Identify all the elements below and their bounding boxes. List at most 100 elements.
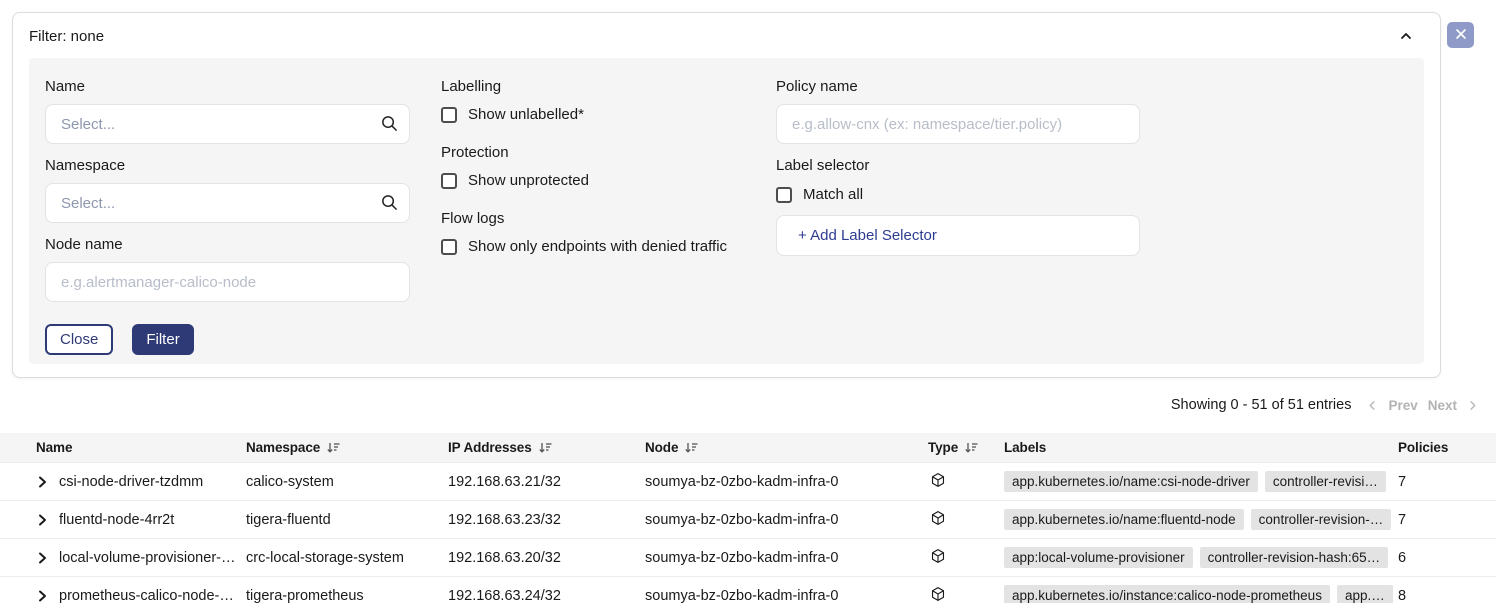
expand-row-chevron-icon[interactable] xyxy=(36,552,48,564)
name-field-label: Name xyxy=(45,78,410,95)
namespace-cell: crc-local-storage-system xyxy=(246,550,448,566)
checkbox-label: Show unprotected xyxy=(468,172,589,189)
column-header[interactable]: IP Addresses xyxy=(448,440,645,455)
pod-cube-icon xyxy=(930,514,946,530)
endpoint-name: prometheus-calico-node-… xyxy=(59,588,234,603)
chevron-right-icon[interactable] xyxy=(1467,400,1478,411)
checkbox-label: Show unlabelled* xyxy=(468,106,584,123)
table-row: fluentd-node-4rr2t tigera-fluentd 192.16… xyxy=(0,501,1496,539)
name-cell: csi-node-driver-tzdmm xyxy=(0,474,246,490)
endpoint-name: csi-node-driver-tzdmm xyxy=(59,474,203,490)
filter-column-right: Policy name Label selector Match all + A… xyxy=(776,78,1140,344)
ip-cell: 192.168.63.21/32 xyxy=(448,474,645,490)
ip-cell: 192.168.63.24/32 xyxy=(448,588,645,603)
namespace-select-input[interactable] xyxy=(45,183,410,223)
expand-row-chevron-icon[interactable] xyxy=(36,590,48,602)
pagination: Showing 0 - 51 of 51 entries Prev Next xyxy=(1171,397,1478,413)
policies-cell: 7 xyxy=(1398,474,1496,490)
labels-cell: app.kubernetes.io/name:csi-node-driver co… xyxy=(1004,471,1398,492)
label-tag: controller-revision-hash:65… xyxy=(1200,547,1389,568)
label-tag: controller-revisi… xyxy=(1265,471,1386,492)
expand-row-chevron-icon[interactable] xyxy=(36,514,48,526)
node-cell: soumya-bz-0zbo-kadm-infra-0 xyxy=(645,474,928,490)
checkbox-row: Show unprotected xyxy=(441,172,743,189)
policy-name-input[interactable] xyxy=(776,104,1140,144)
filter-title: Filter: none xyxy=(29,28,104,45)
column-header-label: Node xyxy=(645,440,678,455)
ip-cell: 192.168.63.23/32 xyxy=(448,512,645,528)
sort-icon[interactable] xyxy=(327,442,340,454)
name-cell: fluentd-node-4rr2t xyxy=(0,512,246,528)
policies-cell: 8 xyxy=(1398,588,1496,603)
filter-button[interactable]: Filter xyxy=(132,324,193,355)
checkbox-label: Show only endpoints with denied traffic xyxy=(468,238,727,255)
column-header-label: Type xyxy=(928,440,958,455)
endpoint-name: local-volume-provisioner-… xyxy=(59,550,235,566)
add-label-selector-button[interactable]: + Add Label Selector xyxy=(776,215,1140,256)
column-header: Name xyxy=(0,440,246,455)
table-row: csi-node-driver-tzdmm calico-system 192.… xyxy=(0,463,1496,501)
column-header-label: IP Addresses xyxy=(448,440,532,455)
name-cell: prometheus-calico-node-… xyxy=(0,588,246,603)
name-select-input[interactable] xyxy=(45,104,410,144)
pod-cube-icon xyxy=(930,476,946,492)
label-tag: app:local-volume-provisioner xyxy=(1004,547,1193,568)
labels-cell: app.kubernetes.io/name:fluentd-nodecontr… xyxy=(1004,509,1398,530)
column-header-label: Name xyxy=(36,440,72,455)
sort-icon[interactable] xyxy=(965,442,978,454)
filter-checkbox[interactable] xyxy=(441,173,457,189)
column-header-label: Policies xyxy=(1398,440,1448,455)
sort-icon[interactable] xyxy=(539,442,552,454)
column-header-label: Namespace xyxy=(246,440,320,455)
filter-form-panel: Name Namespace Node name Close Filt xyxy=(29,58,1424,364)
label-tag: app.… xyxy=(1337,585,1393,603)
label-selector-heading: Label selector xyxy=(776,157,1140,174)
table-row: local-volume-provisioner-… crc-local-sto… xyxy=(0,539,1496,577)
column-header[interactable]: Node xyxy=(645,440,928,455)
namespace-cell: calico-system xyxy=(246,474,448,490)
checkbox-group-heading: Flow logs xyxy=(441,210,743,227)
node-cell: soumya-bz-0zbo-kadm-infra-0 xyxy=(645,550,928,566)
pod-cube-icon xyxy=(930,552,946,568)
policy-name-field-label: Policy name xyxy=(776,78,1140,95)
match-all-label: Match all xyxy=(803,186,863,203)
labels-cell: app.kubernetes.io/instance:calico-node-p… xyxy=(1004,585,1398,603)
checkbox-group-heading: Labelling xyxy=(441,78,743,95)
checkbox-group: Protection Show unprotected xyxy=(441,144,743,189)
chevron-up-icon xyxy=(1398,32,1414,47)
prev-page-link[interactable]: Prev xyxy=(1388,398,1417,413)
label-tag: app.kubernetes.io/name:csi-node-driver xyxy=(1004,471,1258,492)
dismiss-filter-button[interactable] xyxy=(1447,22,1474,48)
entries-summary: Showing 0 - 51 of 51 entries xyxy=(1171,397,1352,413)
chevron-left-icon[interactable] xyxy=(1367,400,1378,411)
column-header[interactable]: Policies xyxy=(1398,440,1496,455)
type-cell xyxy=(928,586,1004,603)
label-tag: controller-revision-… xyxy=(1251,509,1392,530)
page-controls: Prev Next xyxy=(1367,398,1478,413)
filter-column-left: Name Namespace Node name Close Filt xyxy=(45,78,410,344)
match-all-checkbox[interactable] xyxy=(776,187,792,203)
filter-checkbox[interactable] xyxy=(441,239,457,255)
filter-card: Filter: none Name Namespace xyxy=(12,12,1441,378)
table-row: prometheus-calico-node-… tigera-promethe… xyxy=(0,577,1496,603)
filter-actions: Close Filter xyxy=(45,324,410,355)
node-name-field xyxy=(45,262,410,302)
namespace-field xyxy=(45,183,410,223)
checkbox-group-heading: Protection xyxy=(441,144,743,161)
policies-cell: 6 xyxy=(1398,550,1496,566)
close-button[interactable]: Close xyxy=(45,324,113,355)
namespace-cell: tigera-prometheus xyxy=(246,588,448,603)
name-cell: local-volume-provisioner-… xyxy=(0,550,246,566)
match-all-row: Match all xyxy=(776,186,1140,203)
collapse-panel-button[interactable] xyxy=(1396,26,1416,46)
column-header[interactable]: Type xyxy=(928,440,1004,455)
column-header[interactable]: Namespace xyxy=(246,440,448,455)
filter-checkbox[interactable] xyxy=(441,107,457,123)
policies-cell: 7 xyxy=(1398,512,1496,528)
expand-row-chevron-icon[interactable] xyxy=(36,476,48,488)
checkbox-row: Show unlabelled* xyxy=(441,106,743,123)
next-page-link[interactable]: Next xyxy=(1428,398,1457,413)
sort-icon[interactable] xyxy=(685,442,698,454)
node-name-input[interactable] xyxy=(45,262,410,302)
column-header[interactable]: Labels xyxy=(1004,440,1398,455)
